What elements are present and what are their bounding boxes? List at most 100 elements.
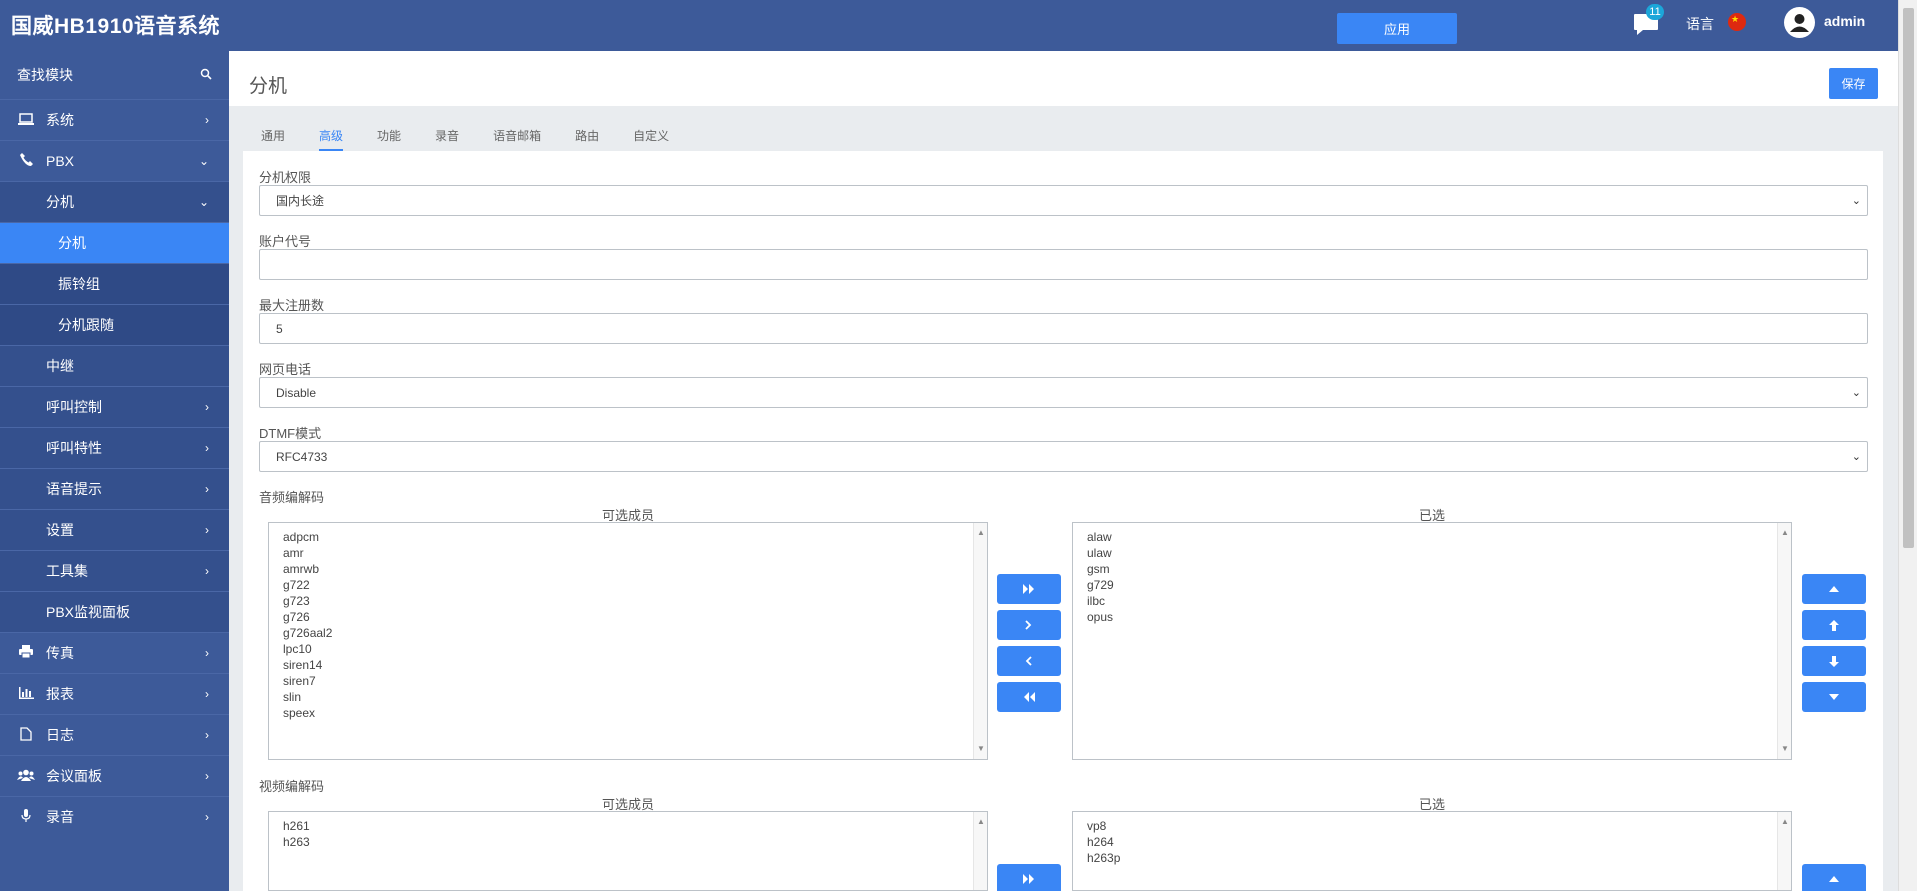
double-left-icon [1024,692,1035,702]
list-item[interactable]: slin [283,689,973,705]
list-item[interactable]: adpcm [283,529,973,545]
video-move-top-button[interactable] [1802,864,1866,891]
scroll-up-icon[interactable]: ▲ [1781,525,1789,541]
list-scrollbar[interactable]: ▲ ▼ [973,523,987,759]
tab-recording[interactable]: 录音 [435,119,459,151]
list-item[interactable]: g722 [283,577,973,593]
scroll-up-icon[interactable]: ▲ [1781,814,1789,830]
sidebar-item-settings[interactable]: 设置 › [0,509,229,550]
audio-available-list[interactable]: adpcm amr amrwb g722 g723 g726 g726aal2 … [268,522,988,760]
list-item[interactable]: h263p [1087,850,1777,866]
chevron-left-icon [1025,656,1032,666]
page-title: 分机 [249,76,288,97]
sidebar-item-extension-group[interactable]: 分机 ⌄ [0,181,229,222]
tab-features[interactable]: 功能 [377,119,401,151]
sidebar-item-fax[interactable]: 传真 › [0,632,229,673]
move-left-button[interactable] [997,646,1061,676]
tab-custom[interactable]: 自定义 [633,119,669,151]
move-right-button[interactable] [997,610,1061,640]
sidebar-item-recording[interactable]: 录音 › [0,796,229,837]
ext-permission-select[interactable]: 国内长途 ⌄ [259,185,1868,216]
tab-general[interactable]: 通用 [261,119,285,151]
search-icon[interactable] [200,67,212,83]
sidebar-item-ring-group[interactable]: 振铃组 [0,263,229,304]
list-scrollbar[interactable]: ▲ [1777,812,1791,890]
sidebar-item-call-features[interactable]: 呼叫特性 › [0,427,229,468]
chevron-right-icon: › [205,113,209,127]
move-up-button[interactable] [1802,610,1866,640]
list-item[interactable]: h264 [1087,834,1777,850]
caret-up-icon [1829,586,1839,592]
dtmf-mode-select[interactable]: RFC4733 ⌄ [259,441,1868,472]
video-selected-list[interactable]: vp8 h264 h263p ▲ [1072,811,1792,891]
list-item[interactable]: amr [283,545,973,561]
file-icon [16,726,36,744]
move-all-left-button[interactable] [997,682,1061,712]
sidebar-item-trunk[interactable]: 中继 [0,345,229,386]
scroll-down-icon[interactable]: ▼ [977,741,985,757]
move-down-button[interactable] [1802,646,1866,676]
list-scrollbar[interactable]: ▲ [973,812,987,890]
list-item[interactable]: gsm [1087,561,1777,577]
page-scrollbar-thumb[interactable] [1903,8,1914,548]
scroll-up-icon[interactable]: ▲ [977,814,985,830]
list-item[interactable]: ilbc [1087,593,1777,609]
tab-routing[interactable]: 路由 [575,119,599,151]
sidebar-item-call-control[interactable]: 呼叫控制 › [0,386,229,427]
chevron-right-icon: › [205,564,209,578]
video-available-list[interactable]: h261 h263 ▲ [268,811,988,891]
move-bottom-button[interactable] [1802,682,1866,712]
scroll-up-icon[interactable]: ▲ [977,525,985,541]
module-search[interactable]: 查找模块 [0,51,229,99]
save-button[interactable]: 保存 [1829,68,1878,99]
sidebar-item-follow-me[interactable]: 分机跟随 [0,304,229,345]
china-flag-icon[interactable]: ★ [1728,13,1746,31]
list-scrollbar[interactable]: ▲ ▼ [1777,523,1791,759]
caret-up-icon [1829,876,1839,882]
audio-selected-list[interactable]: alaw ulaw gsm g729 ilbc opus ▲ ▼ [1072,522,1792,760]
list-item[interactable]: g726 [283,609,973,625]
list-item[interactable]: alaw [1087,529,1777,545]
apply-button[interactable]: 应用 [1337,13,1457,44]
sidebar-item-label: 录音 [46,809,74,825]
page-scrollbar[interactable] [1898,0,1917,891]
list-item[interactable]: amrwb [283,561,973,577]
language-label[interactable]: 语言 [1686,14,1714,34]
sidebar-item-extension[interactable]: 分机 [0,222,229,263]
scroll-down-icon[interactable]: ▼ [1781,741,1789,757]
web-phone-select[interactable]: Disable ⌄ [259,377,1868,408]
printer-icon [16,645,36,661]
list-item[interactable]: g726aal2 [283,625,973,641]
sidebar-item-reports[interactable]: 报表 › [0,673,229,714]
list-item[interactable]: siren14 [283,657,973,673]
list-item[interactable]: speex [283,705,973,721]
list-item[interactable]: g723 [283,593,973,609]
sidebar-item-conference[interactable]: 会议面板 › [0,755,229,796]
list-item[interactable]: lpc10 [283,641,973,657]
sidebar-item-label: 分机 [46,194,74,210]
sidebar-item-logs[interactable]: 日志 › [0,714,229,755]
list-item[interactable]: opus [1087,609,1777,625]
list-item[interactable]: ulaw [1087,545,1777,561]
sidebar-item-pbx-monitor[interactable]: PBX监视面板 [0,591,229,632]
sidebar-item-system[interactable]: 系统 › [0,99,229,140]
video-codecs-label: 视频编解码 [259,779,325,794]
username[interactable]: admin [1824,13,1865,29]
tab-advanced[interactable]: 高级 [319,119,344,151]
sidebar-item-toolkit[interactable]: 工具集 › [0,550,229,591]
tab-voicemail[interactable]: 语音邮箱 [493,119,541,151]
max-registrations-input[interactable]: 5 [259,313,1868,344]
list-item[interactable]: siren7 [283,673,973,689]
list-item[interactable]: h261 [283,818,973,834]
sidebar-item-voice-prompts[interactable]: 语音提示 › [0,468,229,509]
chevron-down-icon: ⌄ [1851,451,1861,463]
list-item[interactable]: h263 [283,834,973,850]
list-item[interactable]: g729 [1087,577,1777,593]
video-move-all-right-button[interactable] [997,864,1061,891]
move-top-button[interactable] [1802,574,1866,604]
sidebar-item-pbx[interactable]: PBX ⌄ [0,140,229,181]
list-item[interactable]: vp8 [1087,818,1777,834]
avatar[interactable] [1784,7,1815,38]
move-all-right-button[interactable] [997,574,1061,604]
account-code-input[interactable] [259,249,1868,280]
